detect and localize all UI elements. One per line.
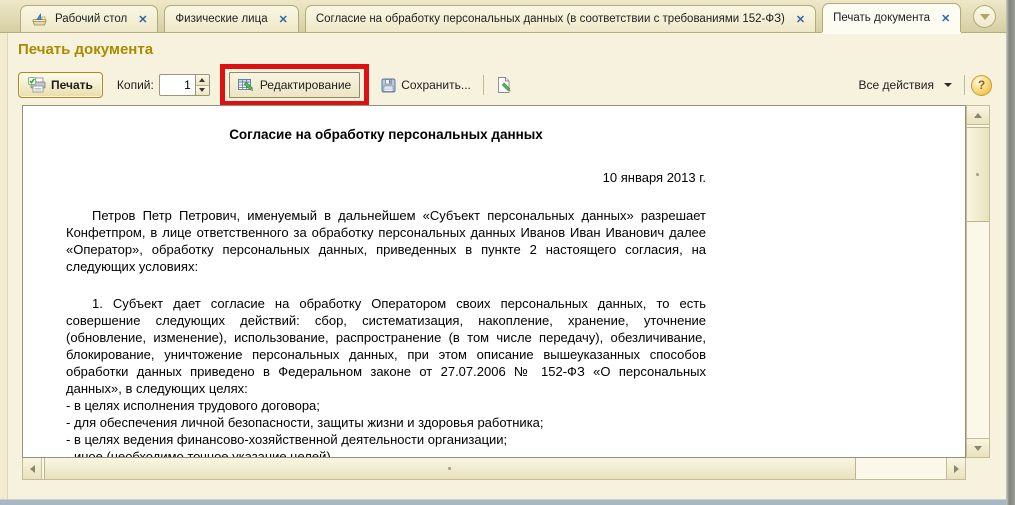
list-item: - в целях ведения финансово-хозяйственно… — [66, 431, 706, 448]
horizontal-scrollbar[interactable] — [22, 458, 966, 480]
horizontal-scroll-thumb[interactable] — [44, 458, 856, 479]
document-title: Согласие на обработку персональных данны… — [66, 126, 706, 143]
arrow-up-icon — [974, 113, 982, 118]
list-item: - иное (необходимо точное указание целей… — [66, 448, 706, 458]
highlight-annotation: Редактирование — [220, 64, 369, 106]
page-edit-button[interactable] — [490, 73, 518, 97]
copies-label: Копий: — [117, 78, 154, 92]
dropdown-arrow-icon — [944, 83, 952, 87]
print-button[interactable]: Печать — [18, 72, 103, 98]
vertical-scroll-thumb[interactable] — [967, 127, 989, 222]
arrow-right-icon — [954, 465, 959, 473]
help-button[interactable]: ? — [971, 75, 992, 96]
arrow-down-icon — [974, 446, 982, 451]
desktop-icon — [31, 12, 48, 27]
copies-input[interactable] — [159, 74, 195, 96]
document-paragraph: Петров Петр Петрович, именуемый в дальне… — [66, 207, 706, 275]
scroll-up-button[interactable] — [967, 106, 989, 125]
document-preview: Согласие на обработку персональных данны… — [22, 105, 966, 458]
question-icon: ? — [978, 78, 985, 92]
close-tab-icon[interactable]: ✕ — [279, 13, 288, 26]
scroll-down-button[interactable] — [967, 438, 989, 457]
scroll-left-button[interactable] — [23, 458, 42, 479]
close-tab-icon[interactable]: ✕ — [796, 13, 805, 26]
document-viewer: Согласие на обработку персональных данны… — [22, 105, 990, 480]
save-button-label: Сохранить... — [401, 78, 471, 92]
tab-individuals[interactable]: Физические лица ✕ — [164, 5, 298, 32]
close-tab-icon[interactable]: ✕ — [138, 13, 147, 26]
tab-label: Физические лица — [175, 13, 267, 25]
print-form: Печать документа Печать Копий: — [8, 33, 1006, 499]
tab-label: Печать документа — [833, 12, 930, 24]
toolbar-separator — [964, 75, 965, 95]
document-date: 10 января 2013 г. — [66, 169, 706, 186]
arrow-left-icon — [30, 465, 35, 473]
tab-desktop[interactable]: Рабочий стол ✕ — [20, 5, 158, 32]
all-actions-label: Все действия — [859, 78, 934, 92]
chevron-down-icon — [980, 14, 990, 20]
toolbar: Печать Копий: — [18, 67, 1000, 103]
purpose-list: - в целях исполнения трудового договора;… — [66, 397, 706, 458]
tab-label: Рабочий стол — [55, 13, 127, 25]
all-actions-button[interactable]: Все действия — [853, 74, 958, 96]
tab-label: Согласие на обработку персональных данны… — [316, 13, 785, 25]
print-document-window: Рабочий стол ✕ Физические лица ✕ Согласи… — [0, 0, 1015, 505]
floppy-icon — [381, 78, 396, 93]
tab-print-document[interactable]: Печать документа ✕ — [822, 3, 961, 32]
copies-spin-buttons[interactable] — [195, 74, 210, 96]
tab-bar: Рабочий стол ✕ Физические лица ✕ Согласи… — [0, 0, 1006, 33]
vertical-scrollbar[interactable] — [966, 105, 990, 458]
save-button[interactable]: Сохранить... — [375, 74, 477, 97]
printer-icon — [28, 77, 46, 93]
edit-button[interactable]: Редактирование — [229, 72, 360, 98]
toolbar-separator — [483, 75, 484, 95]
spin-down-icon[interactable] — [196, 86, 209, 96]
print-button-label: Печать — [51, 78, 93, 92]
window-edge-bottom — [0, 499, 1006, 505]
document-paragraph: 1. Субъект дает согласие на обработку Оп… — [66, 295, 706, 397]
close-tab-icon[interactable]: ✕ — [941, 12, 950, 25]
page-title: Печать документа — [18, 41, 153, 58]
tab-list-button[interactable] — [973, 5, 996, 28]
document-page: Согласие на обработку персональных данны… — [66, 126, 706, 458]
window-edge-left — [0, 33, 8, 499]
tab-consent-form[interactable]: Согласие на обработку персональных данны… — [305, 5, 816, 32]
window-edge-right — [1006, 0, 1015, 505]
list-item: - для обеспечения личной безопасности, з… — [66, 414, 706, 431]
page-edit-icon — [496, 77, 512, 93]
list-item: - в целях исполнения трудового договора; — [66, 397, 706, 414]
scroll-right-button[interactable] — [946, 458, 965, 479]
edit-button-label: Редактирование — [260, 78, 351, 92]
spin-up-icon[interactable] — [196, 75, 209, 86]
copies-stepper — [159, 74, 210, 96]
table-edit-icon — [238, 77, 255, 93]
scrollbar-corner — [966, 458, 990, 480]
